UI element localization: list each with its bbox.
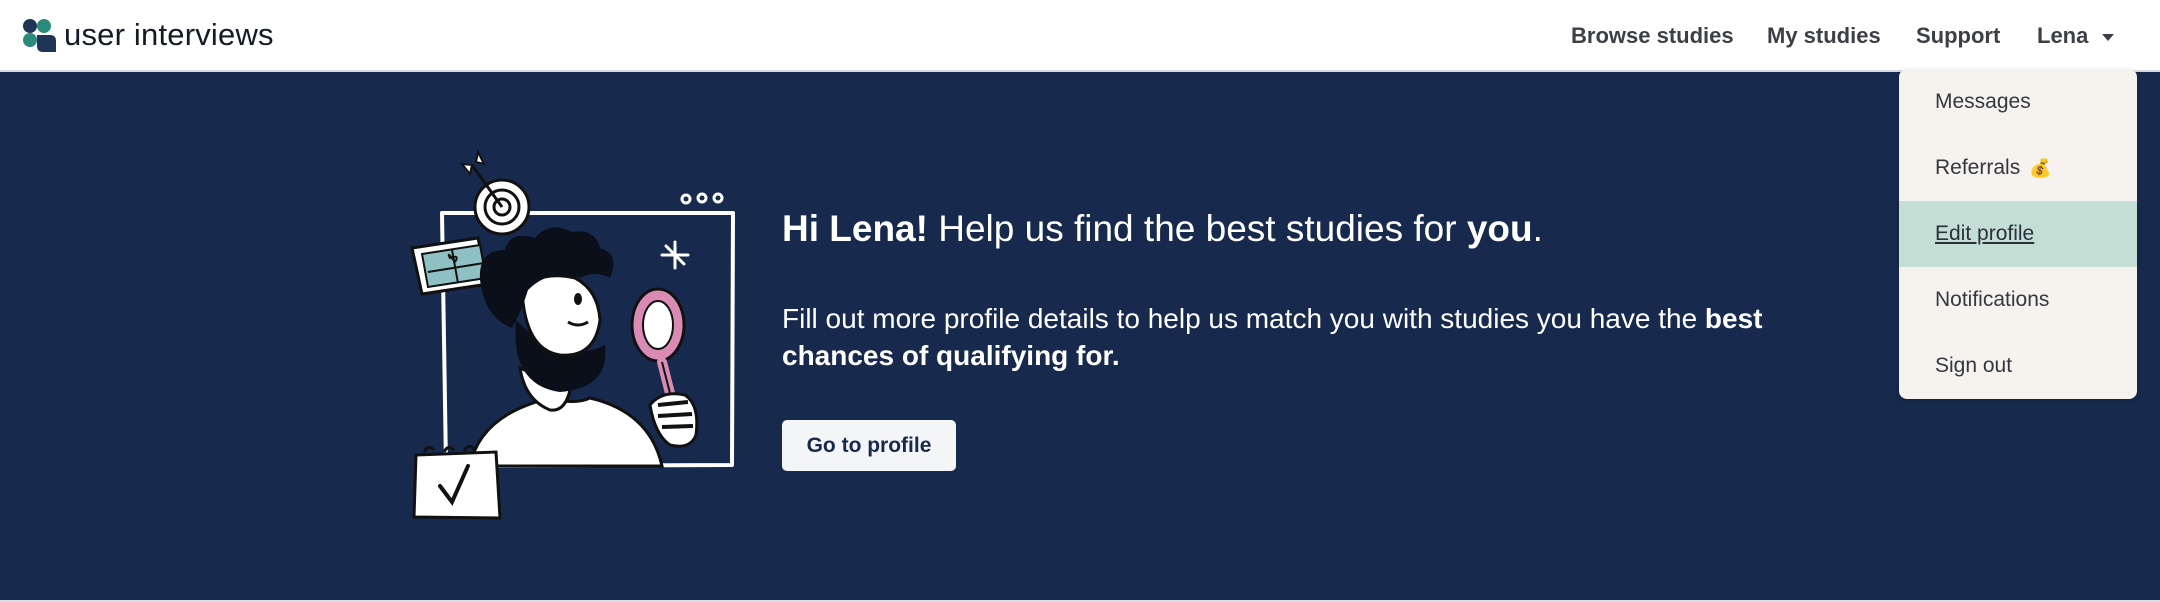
headline-text: Help us find the best studies for bbox=[927, 208, 1467, 249]
menu-item-messages[interactable]: Messages bbox=[1899, 69, 2137, 135]
hero-headline: Hi Lena! Help us find the best studies f… bbox=[782, 206, 1543, 252]
menu-item-label: Edit profile bbox=[1935, 222, 2035, 245]
user-interviews-logo-icon bbox=[23, 19, 56, 52]
go-to-profile-button[interactable]: Go to profile bbox=[782, 420, 956, 471]
menu-item-referrals[interactable]: Referrals 💰 bbox=[1899, 135, 2137, 201]
nav-support[interactable]: Support bbox=[1916, 0, 2000, 72]
menu-item-notifications[interactable]: Notifications bbox=[1899, 267, 2137, 333]
headline-emphasis: you bbox=[1466, 208, 1533, 249]
user-name: Lena bbox=[2037, 23, 2089, 48]
target-icon bbox=[459, 150, 531, 236]
user-dropdown-menu: Messages Referrals 💰 Edit profile Notifi… bbox=[1899, 69, 2137, 399]
top-nav-bar: user interviews Browse studies My studie… bbox=[0, 0, 2160, 72]
logo[interactable]: user interviews bbox=[22, 18, 274, 52]
user-menu-toggle[interactable]: Lena bbox=[2037, 0, 2115, 72]
menu-item-label: Notifications bbox=[1935, 288, 2050, 311]
menu-item-label: Messages bbox=[1935, 90, 2031, 113]
nav-browse-studies[interactable]: Browse studies bbox=[1571, 0, 1734, 72]
caret-down-icon bbox=[2102, 33, 2115, 41]
menu-item-label: Sign out bbox=[1935, 354, 2013, 377]
sparkle-icon bbox=[660, 240, 690, 270]
gift-card-icon bbox=[410, 236, 490, 296]
headline-end: . bbox=[1532, 208, 1543, 249]
menu-item-edit-profile[interactable]: Edit profile bbox=[1899, 201, 2137, 267]
checklist-note-icon bbox=[412, 444, 502, 520]
subtext-body: Fill out more profile details to help us… bbox=[782, 303, 1705, 334]
nav-my-studies[interactable]: My studies bbox=[1767, 0, 1881, 72]
menu-item-label: Referrals bbox=[1935, 156, 2021, 179]
greeting: Hi Lena! bbox=[782, 208, 928, 249]
profile-illustration bbox=[410, 150, 735, 520]
brand-name: user interviews bbox=[64, 17, 274, 52]
money-bag-icon: 💰 bbox=[2029, 157, 2052, 178]
menu-item-sign-out[interactable]: Sign out bbox=[1899, 333, 2137, 399]
hero-subtext: Fill out more profile details to help us… bbox=[782, 300, 1782, 374]
